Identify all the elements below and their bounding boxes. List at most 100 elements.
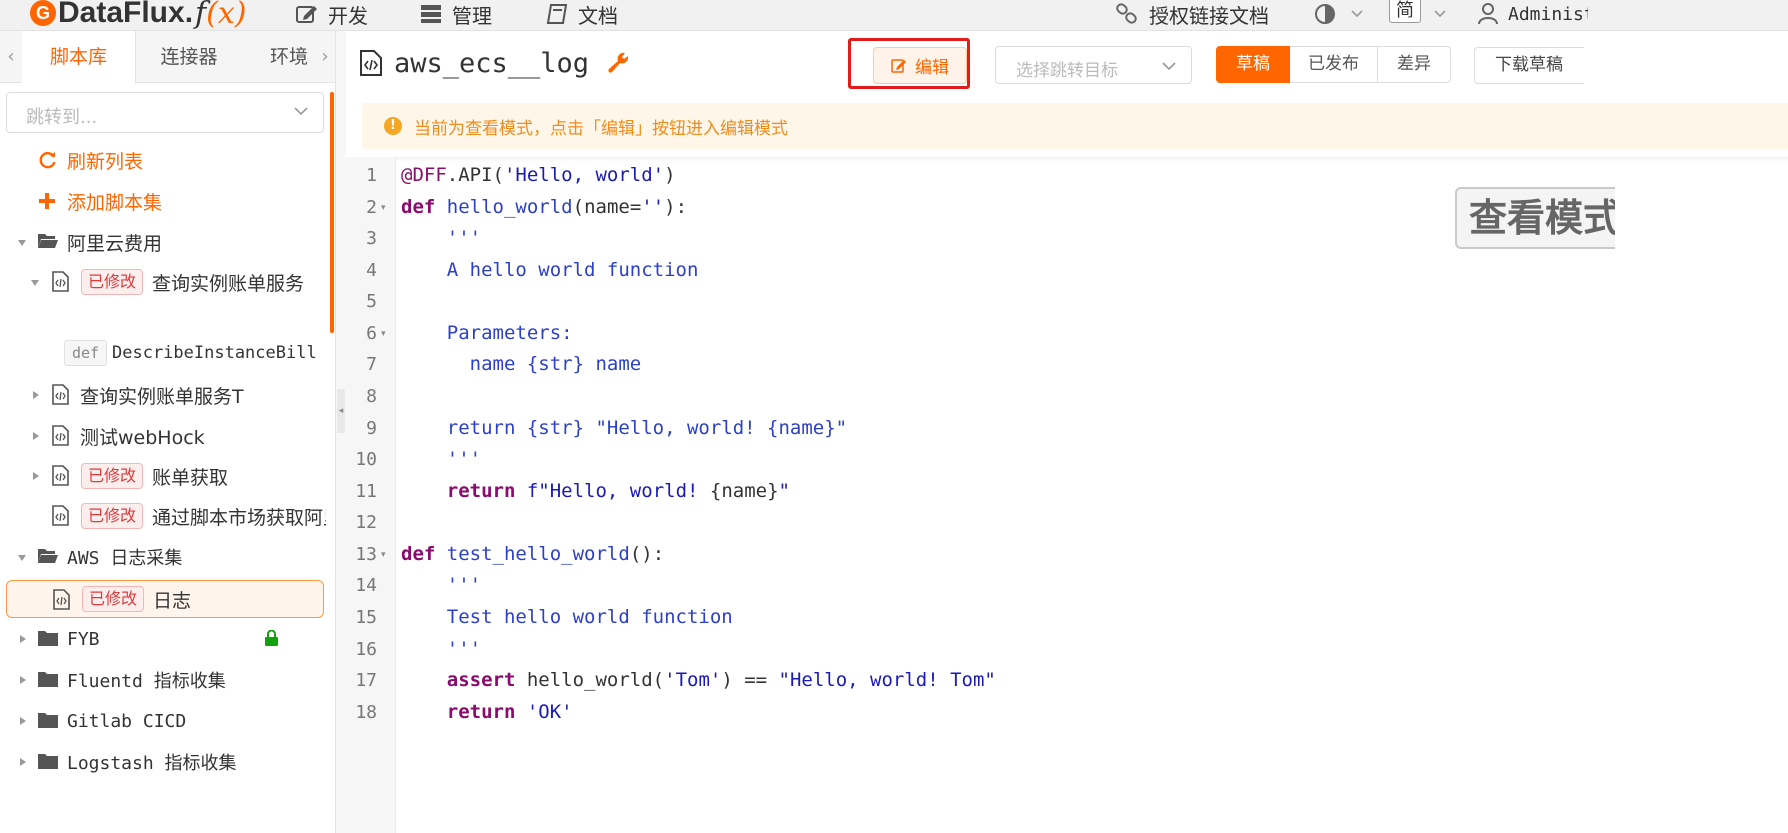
tree-script-test-webhock[interactable]: 测试webHock [0, 417, 335, 455]
segment-diff[interactable]: 差异 [1378, 46, 1451, 83]
tab-connector[interactable]: 连接器 [136, 31, 242, 83]
file-title: aws_ecs__log [360, 45, 631, 81]
logo-fx-x: (x) [206, 0, 247, 31]
tree-script-label: 账单获取 [152, 466, 229, 489]
nav-develop[interactable]: 开发 [296, 0, 368, 28]
code-token: return [446, 701, 516, 723]
line-number: 3 [366, 228, 377, 249]
line-number: 7 [366, 354, 377, 375]
nav-docs-label: 文档 [578, 3, 618, 28]
code-token: f"Hello, world! [526, 480, 710, 502]
book-icon [546, 4, 568, 24]
jump-target-placeholder: 选择跳转目标 [1016, 61, 1118, 81]
tab-script-lib[interactable]: 脚本库 [22, 31, 136, 84]
tree-script-query-bill-t[interactable]: 查询实例账单服务T [0, 376, 335, 414]
theme-dropdown-chevron[interactable] [1350, 0, 1364, 28]
code-line-3: ''' [401, 227, 482, 249]
tree-folder-label: AWS 日志采集 [67, 548, 183, 569]
language-select[interactable]: 简 [1389, 0, 1421, 23]
tree-folder-fluentd[interactable]: Fluentd 指标收集 [0, 661, 335, 699]
code-editor[interactable]: 1 2 ▾ 3 4 5 6 ▾ 7 8 9 10 11 12 13 ▾ 14 1… [346, 157, 1788, 833]
nav-develop-label: 开发 [328, 3, 368, 28]
tree-folder-aws-log[interactable]: AWS 日志采集 [0, 538, 335, 576]
line-number: 13 [355, 544, 377, 565]
code-line-7: name {str} name [401, 353, 642, 375]
code-token: " [778, 480, 790, 502]
tree-script-query-bill[interactable]: 已修改 查询实例账单服务 [0, 263, 335, 301]
code-file-icon [52, 425, 69, 446]
tree-folder-fyb[interactable]: FYB [0, 620, 335, 658]
theme-toggle[interactable] [1314, 0, 1336, 28]
main-header: aws_ecs__log 编辑 选择跳转目标 草稿 已发布 差异 下载草稿 ! … [346, 31, 1788, 157]
logo[interactable]: G DataFlux. f(x) [30, 0, 247, 31]
caret-right-icon [20, 676, 26, 684]
refresh-icon [39, 152, 56, 169]
language-dropdown-chevron[interactable] [1433, 0, 1447, 28]
tree-script-bill-fetch[interactable]: 已修改 账单获取 [0, 457, 335, 495]
jump-target-select[interactable]: 选择跳转目标 [995, 46, 1192, 84]
code-file-icon [360, 50, 382, 76]
tree-func-describe-bill[interactable]: def DescribeInstanceBill [0, 334, 335, 372]
line-number: 15 [355, 607, 377, 628]
server-icon [421, 5, 441, 23]
tree-script-market-fetch[interactable]: 已修改 通过脚本市场获取阿里 [0, 497, 335, 535]
code-line-1: @DFF.API('Hello, world') [401, 164, 676, 186]
caret-right-icon [33, 472, 39, 480]
tree-script-log-selected[interactable]: 已修改 日志 [6, 580, 324, 618]
code-token: '' [641, 196, 665, 218]
fold-toggle[interactable]: ▾ [381, 203, 386, 213]
code-line-16: ''' [401, 638, 482, 660]
segment-published[interactable]: 已发布 [1290, 46, 1378, 83]
code-token: test_hello_world [446, 543, 630, 565]
tree-script-label: 通过脚本市场获取阿里 [152, 506, 326, 529]
logo-icon: G [30, 0, 56, 26]
code-token: 'Tom' [664, 669, 722, 691]
tree-script-label: 查询实例账单服务 [152, 272, 305, 295]
view-mode-notice: ! 当前为查看模式，点击「编辑」按钮进入编辑模式 [362, 103, 1788, 149]
refresh-list-button[interactable]: 刷新列表 [0, 141, 335, 179]
user-menu[interactable]: Administrator [1478, 0, 1588, 28]
modified-badge: 已修改 [82, 586, 145, 612]
segment-draft[interactable]: 草稿 [1216, 46, 1290, 83]
tree-folder-logstash[interactable]: Logstash 指标收集 [0, 743, 335, 781]
auth-doc-link[interactable]: 授权链接文档 [1115, 0, 1269, 28]
jump-to-select[interactable]: 跳转到... [6, 92, 324, 133]
splitter-handle[interactable]: ◂ [337, 389, 345, 433]
line-number: 10 [355, 449, 377, 470]
tab-scroll-left[interactable]: ‹ [0, 31, 22, 83]
code-line-17: assert hello_world('Tom') == "Hello, wor… [401, 669, 996, 691]
modified-badge: 已修改 [81, 269, 144, 295]
code-line-18: return 'OK' [401, 701, 573, 723]
edit-icon [296, 6, 317, 23]
file-name: aws_ecs__log [394, 47, 590, 79]
code-line-13: def test_hello_world(): [401, 543, 664, 565]
folder-icon [38, 754, 58, 769]
nav-manage[interactable]: 管理 [420, 0, 492, 28]
tree-folder-aliyun[interactable]: 阿里云费用 [0, 223, 335, 261]
tab-scroll-right[interactable]: › [314, 31, 335, 83]
notice-text: 当前为查看模式，点击「编辑」按钮进入编辑模式 [414, 118, 788, 139]
code-token: ): [664, 196, 688, 218]
code-line-10: ''' [401, 448, 482, 470]
code-token: (): [629, 543, 665, 565]
modified-badge: 已修改 [81, 463, 144, 489]
logo-text: DataFlux. [58, 0, 194, 29]
def-badge: def [64, 340, 108, 366]
fold-toggle[interactable]: ▾ [381, 329, 386, 339]
nav-docs[interactable]: 文档 [546, 0, 618, 28]
code-token: 'OK' [526, 701, 573, 723]
caret-right-icon [20, 717, 26, 725]
wrench-icon[interactable] [607, 51, 631, 75]
folder-icon [38, 672, 58, 687]
add-script-set-button[interactable]: 添加脚本集 [0, 182, 335, 220]
edit-button[interactable]: 编辑 [873, 47, 967, 84]
link-icon [1116, 3, 1137, 24]
line-number: 5 [366, 291, 377, 312]
download-draft-button[interactable]: 下载草稿 [1474, 47, 1584, 84]
user-name: Administrator [1508, 3, 1588, 25]
fold-toggle[interactable]: ▾ [381, 550, 386, 560]
user-icon [1478, 3, 1498, 25]
chevron-down-icon [294, 107, 308, 116]
lock-icon [265, 630, 278, 646]
tree-folder-gitlab[interactable]: Gitlab CICD [0, 702, 335, 740]
